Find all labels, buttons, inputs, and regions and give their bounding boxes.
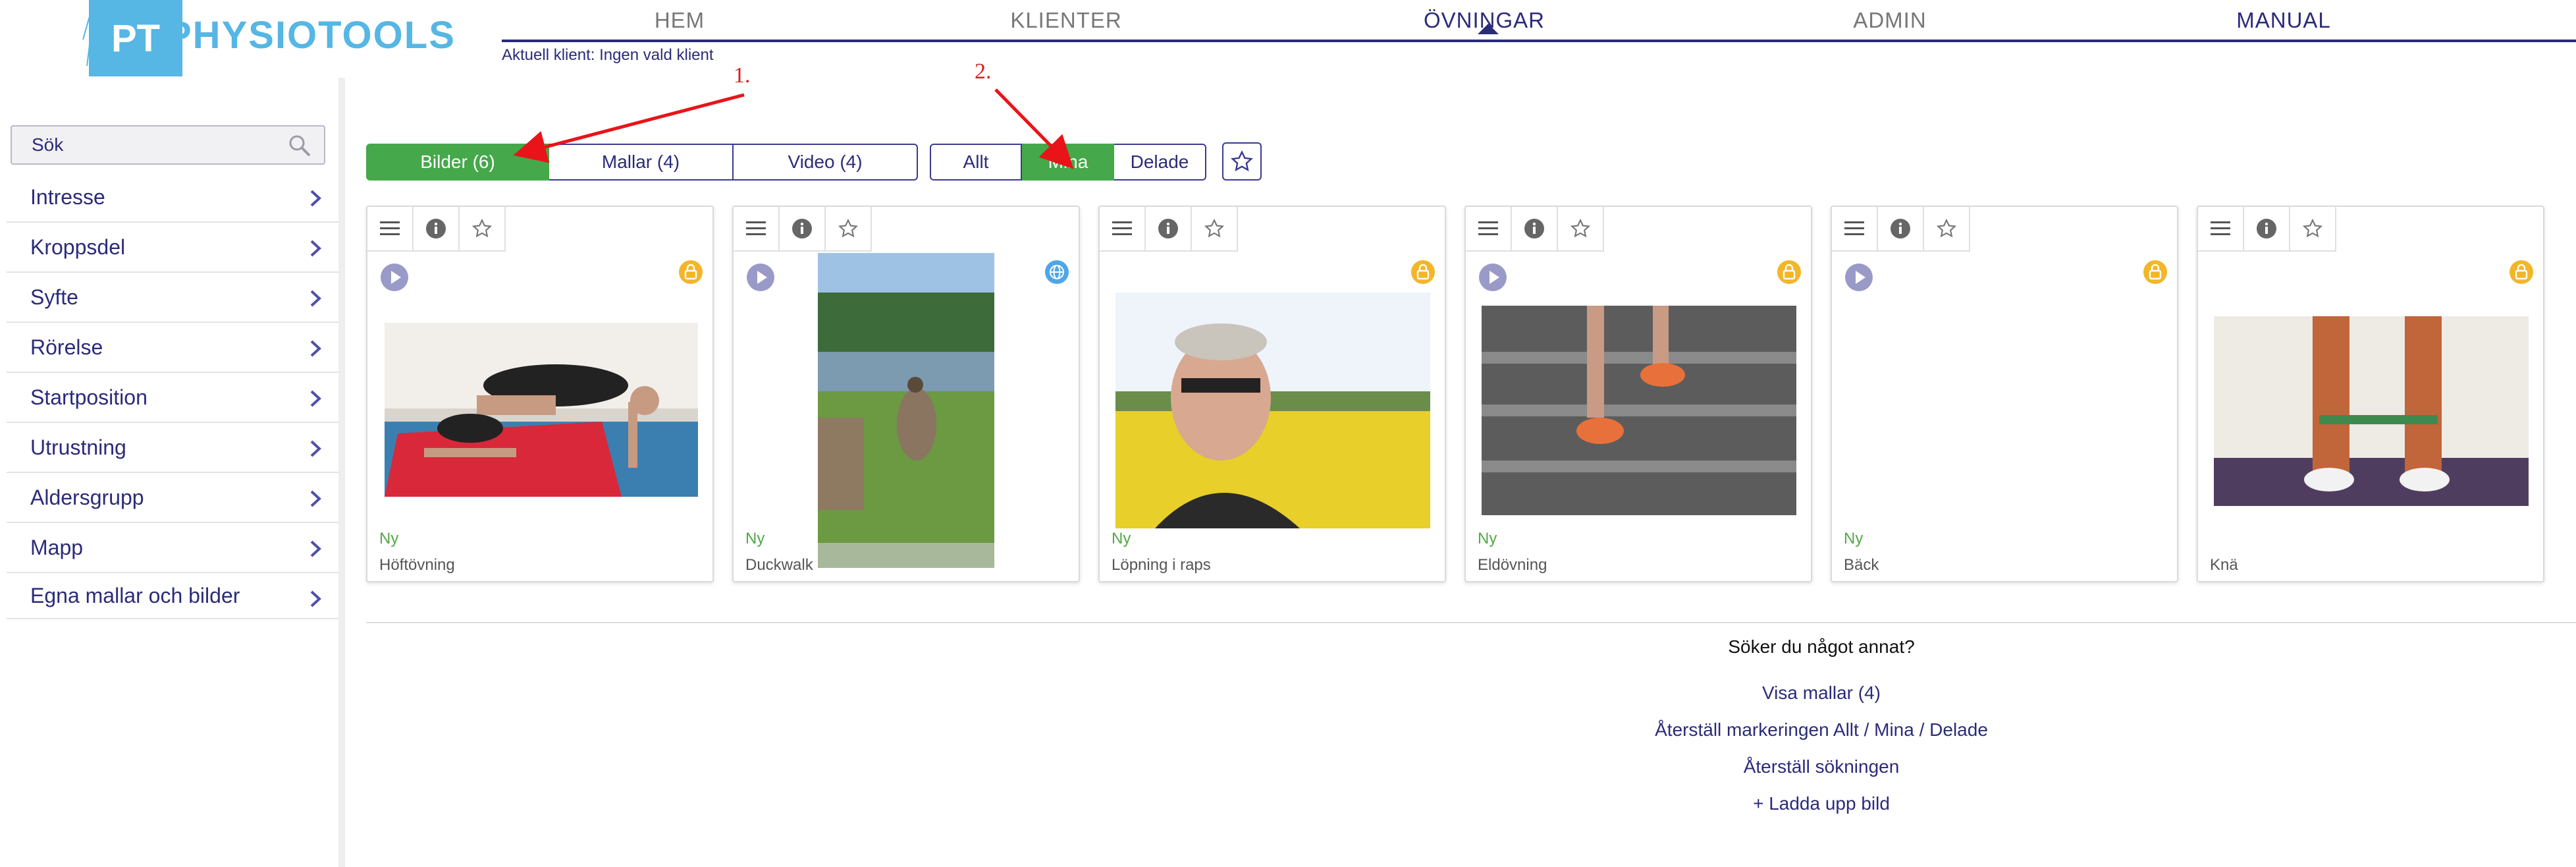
info-icon [1158, 219, 1178, 238]
card-title: Löpning i raps [1112, 556, 1211, 574]
upload-image-link[interactable]: + Ladda upp bild [1753, 793, 1890, 814]
exercise-image-running [1115, 293, 1430, 528]
card-info-button[interactable] [780, 207, 826, 252]
info-icon [1891, 219, 1910, 238]
exercise-image-stairs [1482, 306, 1796, 515]
card-title: Eldövning [1478, 556, 1547, 574]
menu-icon [1478, 221, 1498, 235]
card-toolbar [367, 207, 506, 252]
globe-icon [1045, 260, 1069, 284]
exercise-card[interactable]: Knä [2197, 206, 2544, 582]
card-favorite-button[interactable] [1192, 207, 1238, 252]
play-icon[interactable] [1478, 262, 1508, 293]
card-info-button[interactable] [1512, 207, 1558, 252]
star-icon [2302, 218, 2323, 238]
star-icon [471, 218, 493, 238]
exercise-card[interactable]: Ny Eldövning [1464, 206, 1812, 582]
lock-icon [1777, 260, 1801, 284]
arrow-2-icon [994, 88, 1074, 169]
card-info-button[interactable] [414, 207, 460, 252]
card-title: Knä [2210, 556, 2238, 574]
card-title: Höftövning [379, 556, 455, 574]
info-icon [792, 219, 812, 238]
star-icon [1204, 218, 1225, 238]
exercise-card[interactable]: Ny Höftövning [366, 206, 714, 582]
section-divider [366, 622, 2576, 623]
show-templates-link[interactable]: Visa mallar (4) [1762, 683, 1881, 704]
card-toolbar [2198, 207, 2336, 252]
card-title: Duckwalk [745, 556, 813, 574]
menu-icon [746, 221, 766, 235]
menu-icon [2211, 221, 2230, 235]
card-favorite-button[interactable] [1558, 207, 1604, 252]
lock-icon [1411, 260, 1435, 284]
card-toolbar [1832, 207, 1970, 252]
reset-search-link[interactable]: Återställ sökningen [1744, 756, 1900, 777]
exercise-card[interactable]: Ny Bäck [1831, 206, 2178, 582]
card-menu-button[interactable] [1832, 207, 1878, 252]
exercise-card[interactable]: Ny Löpning i raps [1098, 206, 1446, 582]
new-tag: Ny [1112, 530, 1131, 547]
lock-icon [2509, 260, 2533, 284]
new-tag: Ny [745, 530, 765, 547]
menu-icon [1112, 221, 1132, 235]
play-icon[interactable] [1844, 262, 1874, 293]
card-menu-button[interactable] [367, 207, 414, 252]
card-toolbar [734, 207, 872, 252]
lock-icon [2143, 260, 2167, 284]
exercise-image-hip [385, 323, 698, 497]
card-info-button[interactable] [1878, 207, 1924, 252]
card-toolbar [1100, 207, 1238, 252]
play-icon[interactable] [745, 262, 776, 293]
arrow-1-icon [513, 93, 745, 163]
new-tag: Ny [1844, 530, 1864, 547]
card-info-button[interactable] [2244, 207, 2290, 252]
exercise-card[interactable]: Ny Duckwalk [732, 206, 1080, 582]
info-icon [426, 219, 446, 238]
info-icon [1524, 219, 1544, 238]
card-info-button[interactable] [1146, 207, 1192, 252]
star-icon [1570, 218, 1591, 238]
menu-icon [380, 221, 400, 235]
new-tag: Ny [379, 530, 399, 547]
card-title: Bäck [1844, 556, 1879, 574]
card-favorite-button[interactable] [460, 207, 506, 252]
card-menu-button[interactable] [1466, 207, 1512, 252]
lock-icon [679, 260, 703, 284]
reset-selection-link[interactable]: Återställ markeringen Allt / Mina / Dela… [1655, 719, 1988, 741]
exercise-image-knee [2214, 316, 2529, 506]
star-icon [1936, 218, 1957, 238]
card-favorite-button[interactable] [826, 207, 872, 252]
card-favorite-button[interactable] [1924, 207, 1970, 252]
info-icon [2257, 219, 2276, 238]
new-tag: Ny [1478, 530, 1497, 547]
card-toolbar [1466, 207, 1604, 252]
star-icon [838, 218, 859, 238]
menu-icon [1844, 221, 1864, 235]
card-menu-button[interactable] [734, 207, 780, 252]
card-favorite-button[interactable] [2290, 207, 2336, 252]
play-icon[interactable] [379, 262, 410, 293]
other-search-heading: Söker du något annat? [1728, 636, 1915, 657]
card-menu-button[interactable] [2198, 207, 2244, 252]
card-menu-button[interactable] [1100, 207, 1146, 252]
exercise-image-duckwalk [818, 253, 994, 568]
